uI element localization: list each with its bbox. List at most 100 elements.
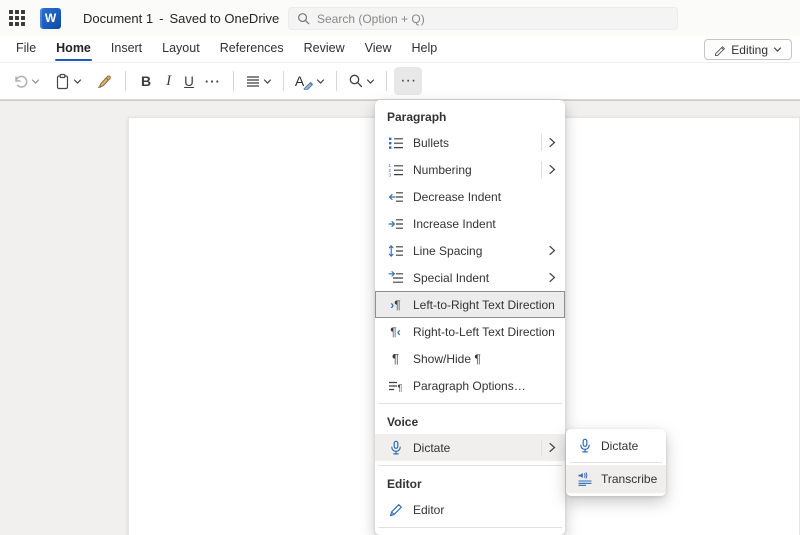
submenu-divider — [570, 462, 662, 463]
bold-button[interactable]: B — [133, 67, 159, 95]
submenu-item-dictate[interactable]: Dictate — [566, 432, 666, 460]
chevron-down-icon — [773, 45, 782, 54]
align-lines-icon — [245, 73, 261, 89]
numbering-submenu-chevron[interactable] — [548, 164, 559, 175]
microphone-icon — [576, 438, 593, 454]
tab-review[interactable]: Review — [294, 37, 355, 61]
menu-divider — [378, 465, 562, 466]
styles-letter: A — [295, 73, 306, 89]
format-painter-button[interactable] — [92, 67, 118, 95]
pilcrow-icon: ¶ — [387, 352, 404, 365]
alignment-menu-chevron[interactable] — [263, 77, 272, 86]
menu-item-increase-indent[interactable]: Increase Indent — [375, 210, 565, 237]
menu-item-label: Dictate — [413, 441, 541, 455]
menu-item-line-spacing[interactable]: Line Spacing — [375, 237, 565, 264]
search-icon — [297, 12, 310, 25]
menu-item-numbering[interactable]: 123 Numbering — [375, 156, 565, 183]
menu-item-paragraph-options[interactable]: ¶ Paragraph Options… — [375, 372, 565, 399]
split-divider — [541, 439, 542, 456]
submenu-item-label: Transcribe — [601, 472, 657, 486]
split-divider — [541, 134, 542, 151]
ltr-direction-icon: ›¶ — [387, 299, 404, 311]
line-spacing-submenu-chevron[interactable] — [548, 245, 559, 256]
menu-item-special-indent[interactable]: Special Indent — [375, 264, 565, 291]
waffle-icon — [9, 10, 25, 26]
underline-button[interactable]: U — [178, 67, 200, 95]
editing-label: Editing — [731, 43, 768, 57]
toolbar-divider — [386, 71, 387, 91]
find-menu-chevron[interactable] — [366, 77, 375, 86]
menu-item-label: Right-to-Left Text Direction — [413, 325, 559, 339]
menu-section-header-paragraph: Paragraph — [375, 103, 565, 129]
top-bar: W Document 1 - Saved to OneDrive — [0, 0, 800, 36]
alignment-button[interactable] — [241, 67, 276, 95]
find-button[interactable] — [344, 67, 379, 95]
decrease-indent-icon — [387, 189, 404, 205]
editor-pen-icon — [387, 502, 404, 518]
document-name: Document 1 — [83, 11, 153, 26]
paste-button[interactable] — [50, 67, 86, 95]
menu-item-rtl-text-direction[interactable]: ¶‹ Right-to-Left Text Direction — [375, 318, 565, 345]
search-input[interactable] — [317, 12, 669, 26]
menu-item-label: Bullets — [413, 136, 541, 150]
menu-item-label: Increase Indent — [413, 217, 559, 231]
overflow-dropdown-menu: Paragraph Bullets 123 Numbering Decrease… — [375, 100, 565, 535]
menu-item-bullets[interactable]: Bullets — [375, 129, 565, 156]
menu-item-ltr-text-direction[interactable]: ›¶ Left-to-Right Text Direction — [375, 291, 565, 318]
paste-menu-chevron[interactable] — [73, 77, 82, 86]
editing-mode-button[interactable]: Editing — [704, 39, 792, 60]
tab-help[interactable]: Help — [402, 37, 448, 61]
italic-button[interactable]: I — [159, 67, 178, 95]
tab-layout[interactable]: Layout — [152, 37, 210, 61]
ribbon-overflow-button[interactable]: ··· — [394, 67, 422, 95]
undo-icon — [12, 73, 29, 90]
app-launcher-button[interactable] — [0, 0, 34, 36]
dictate-submenu-chevron[interactable] — [548, 442, 559, 453]
menu-item-show-hide-pilcrow[interactable]: ¶ Show/Hide ¶ — [375, 345, 565, 372]
tab-insert[interactable]: Insert — [101, 37, 152, 61]
submenu-item-transcribe[interactable]: Transcribe — [566, 465, 666, 493]
tab-file[interactable]: File — [6, 37, 46, 61]
word-app-icon[interactable]: W — [40, 8, 61, 29]
menu-item-label: Line Spacing — [413, 244, 548, 258]
menu-divider — [378, 527, 562, 528]
tab-view[interactable]: View — [355, 37, 402, 61]
menu-item-dictate[interactable]: Dictate — [375, 434, 565, 461]
menu-item-label: Left-to-Right Text Direction — [413, 298, 559, 312]
menu-item-label: Paragraph Options… — [413, 379, 559, 393]
title-separator: - — [159, 11, 163, 26]
menu-item-editor[interactable]: Editor — [375, 496, 565, 523]
toolbar-divider — [283, 71, 284, 91]
undo-button[interactable] — [8, 67, 44, 95]
transcribe-icon — [576, 471, 593, 487]
menu-section-header-voice: Voice — [375, 408, 565, 434]
paragraph-options-icon: ¶ — [387, 378, 404, 394]
format-painter-icon — [96, 72, 114, 90]
microphone-icon — [387, 440, 404, 456]
tab-home[interactable]: Home — [46, 37, 101, 61]
menu-item-decrease-indent[interactable]: Decrease Indent — [375, 183, 565, 210]
menu-divider — [378, 403, 562, 404]
undo-menu-chevron[interactable] — [31, 77, 40, 86]
svg-text:3: 3 — [388, 172, 391, 177]
toolbar-divider — [125, 71, 126, 91]
search-bar[interactable] — [288, 7, 678, 30]
simplified-ribbon-toolbar: B I U ··· A ··· — [0, 63, 800, 100]
styles-button[interactable]: A — [291, 67, 329, 95]
toolbar-divider — [233, 71, 234, 91]
menu-item-label: Editor — [413, 503, 559, 517]
submenu-item-label: Dictate — [601, 439, 638, 453]
tab-references[interactable]: References — [210, 37, 294, 61]
dictate-submenu: Dictate Transcribe — [566, 429, 666, 496]
numbering-icon: 123 — [387, 162, 404, 178]
menu-section-header-editor: Editor — [375, 470, 565, 496]
bullets-icon — [387, 135, 404, 151]
pencil-icon — [714, 44, 726, 56]
more-font-options-button[interactable]: ··· — [200, 67, 226, 95]
document-title[interactable]: Document 1 - Saved to OneDrive — [83, 11, 296, 26]
styles-menu-chevron[interactable] — [316, 77, 325, 86]
special-indent-submenu-chevron[interactable] — [548, 272, 559, 283]
toolbar-divider — [336, 71, 337, 91]
menu-item-label: Special Indent — [413, 271, 548, 285]
bullets-submenu-chevron[interactable] — [548, 137, 559, 148]
